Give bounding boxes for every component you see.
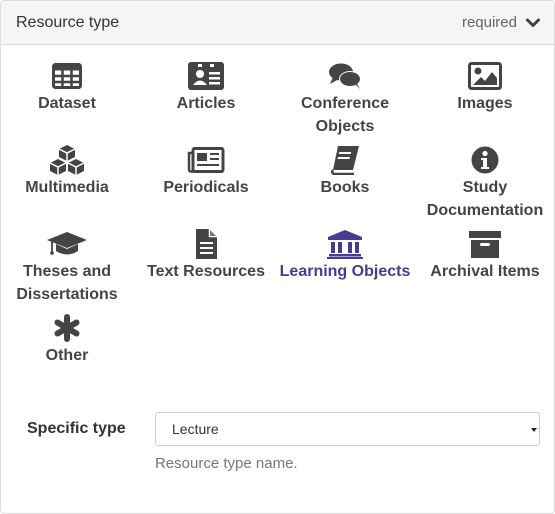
resource-type-conference-objects[interactable]: Conference Objects xyxy=(275,61,415,138)
specific-type-value: Lecture xyxy=(172,421,219,437)
header-right[interactable]: required xyxy=(462,14,540,31)
resource-type-label: Periodicals xyxy=(163,179,249,196)
resource-type-dataset[interactable]: Dataset xyxy=(1,61,137,115)
resource-type-label: Study Documentation xyxy=(426,179,544,219)
resource-type-archival-items[interactable]: Archival Items xyxy=(415,229,554,283)
cubes-icon xyxy=(1,145,137,175)
resource-type-label: Conference Objects xyxy=(300,95,390,135)
info-circle-icon xyxy=(415,145,554,175)
required-label: required xyxy=(461,14,517,31)
resource-type-other[interactable]: Other xyxy=(1,313,137,367)
dropdown-arrow-icon[interactable] xyxy=(531,428,537,432)
specific-type-row: Specific type Lecture Resource type name… xyxy=(1,412,554,472)
resource-type-learning-objects[interactable]: Learning Objects xyxy=(275,229,415,283)
resource-type-label: Theses and Dissertations xyxy=(16,263,118,303)
chevron-down-icon[interactable] xyxy=(526,18,540,28)
table-icon xyxy=(1,61,137,91)
resource-type-label: Multimedia xyxy=(25,179,109,196)
resource-type-label: Other xyxy=(45,347,89,364)
panel-title: Resource type xyxy=(16,13,120,31)
newspaper-icon xyxy=(136,145,276,175)
graduation-cap-icon xyxy=(1,229,137,259)
resource-type-books[interactable]: Books xyxy=(275,145,415,199)
university-icon xyxy=(275,229,415,259)
comments-icon xyxy=(275,61,415,91)
specific-type-label: Specific type xyxy=(27,420,126,437)
resource-type-text-resources[interactable]: Text Resources xyxy=(136,229,276,283)
id-card-icon xyxy=(136,61,276,91)
file-text-icon xyxy=(136,229,276,259)
resource-type-label: Images xyxy=(457,95,513,112)
resource-type-multimedia[interactable]: Multimedia xyxy=(1,145,137,199)
resource-type-label: Dataset xyxy=(38,95,96,112)
resource-type-label: Articles xyxy=(176,95,236,112)
asterisk-icon xyxy=(1,313,137,343)
book-icon xyxy=(275,145,415,175)
resource-type-label: Text Resources xyxy=(147,263,265,280)
panel-header[interactable]: Resource type required xyxy=(1,1,554,45)
resource-type-label: Archival Items xyxy=(430,263,540,280)
resource-type-grid: Dataset Articles Conference Objects Imag… xyxy=(1,45,554,425)
image-icon xyxy=(415,61,554,91)
resource-type-study-documentation[interactable]: Study Documentation xyxy=(415,145,554,222)
specific-type-help: Resource type name. xyxy=(155,455,298,472)
resource-type-label: Books xyxy=(320,179,370,196)
resource-type-periodicals[interactable]: Periodicals xyxy=(136,145,276,199)
resource-type-articles[interactable]: Articles xyxy=(136,61,276,115)
resource-type-label: Learning Objects xyxy=(279,263,411,280)
specific-type-select[interactable]: Lecture xyxy=(155,412,540,446)
resource-type-images[interactable]: Images xyxy=(415,61,554,115)
resource-type-panel: Resource type required Dataset Articles xyxy=(0,0,555,514)
resource-type-theses-and-dissertations[interactable]: Theses and Dissertations xyxy=(1,229,137,306)
archive-icon xyxy=(415,229,554,259)
